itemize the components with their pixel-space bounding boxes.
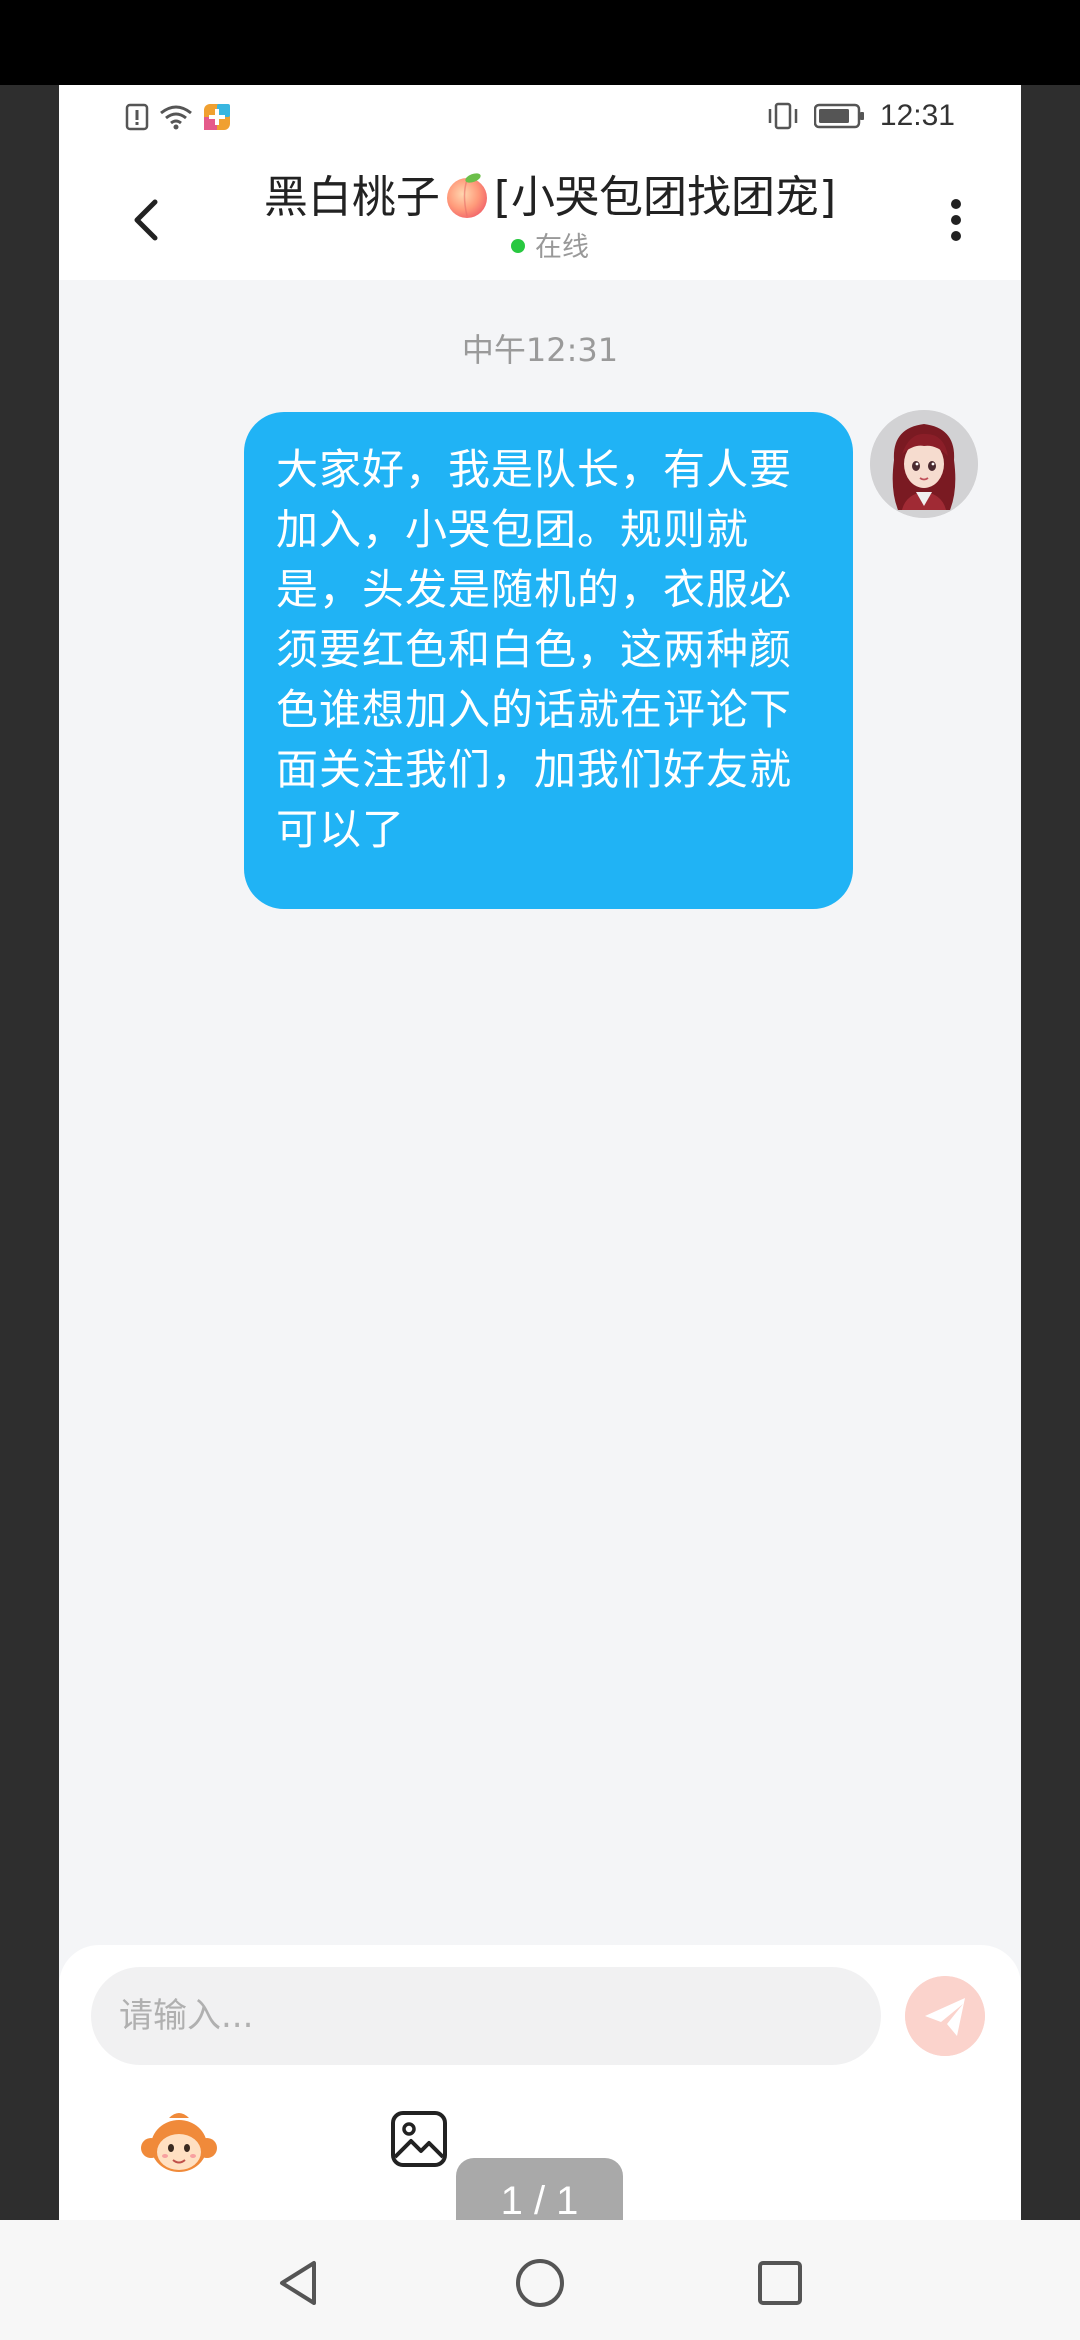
nav-recent-icon[interactable]: [750, 2253, 810, 2313]
chat-title: 黑白桃子 [小哭包团找团宠]: [199, 170, 901, 226]
online-status-label: 在线: [535, 232, 589, 263]
vibrate-icon: [768, 102, 798, 130]
send-icon[interactable]: [905, 1976, 985, 2056]
chat-header: 黑白桃子 [小哭包团找团宠] 在线: [59, 150, 1021, 280]
wifi-icon: [160, 105, 192, 130]
system-nav-bar: [0, 2220, 1080, 2340]
app-notification-icon: [204, 104, 230, 130]
page-indicator: 1 / 1: [456, 2158, 623, 2220]
left-overlay: [0, 85, 59, 2220]
status-time: 12:31: [879, 99, 955, 132]
status-bar: 12:31: [59, 85, 1021, 150]
message-timestamp: 中午12:31: [461, 331, 619, 369]
alert-icon: [125, 103, 149, 131]
nav-back-icon[interactable]: [270, 2253, 330, 2313]
online-status: 在线: [199, 230, 901, 266]
status-left-icons: [125, 103, 231, 131]
back-arrow-icon[interactable]: [119, 190, 179, 250]
more-options-icon[interactable]: [941, 190, 971, 250]
emoji-sticker-icon[interactable]: [139, 2108, 219, 2178]
battery-icon: [813, 103, 864, 129]
message-bubble[interactable]: 大家好，我是队长，有人要加入，小哭包团。规则就是，头发是随机的，衣服必须要红色和…: [244, 412, 853, 909]
chat-title-block: 黑白桃子 [小哭包团找团宠] 在线: [199, 170, 901, 266]
chat-screen: 12:31 黑白桃子 [小哭包团找团宠] 在线 中午12:31 大家好，我是队长…: [59, 85, 1021, 2220]
top-black-bar: [0, 0, 1080, 85]
message-input[interactable]: [91, 1967, 881, 2065]
nav-home-icon[interactable]: [510, 2253, 570, 2313]
online-dot-icon: [511, 239, 525, 253]
avatar[interactable]: [870, 410, 978, 518]
image-picker-icon[interactable]: [389, 2109, 449, 2169]
right-overlay: [1021, 85, 1080, 2220]
chat-title-group: [小哭包团找团宠]: [493, 172, 837, 223]
status-right-icons: 12:31: [766, 99, 955, 133]
peach-emoji-icon: [446, 173, 487, 218]
chat-title-name: 黑白桃子: [263, 172, 440, 223]
